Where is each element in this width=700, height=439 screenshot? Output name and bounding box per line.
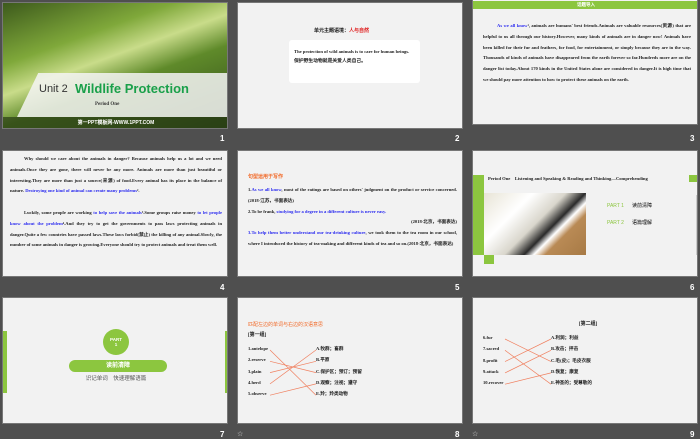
slide-thumbnail-7[interactable]: PART 1 读前清障 识记单词 快速理解语篇: [2, 297, 228, 424]
slide-number: 5: [455, 283, 460, 292]
slide-thumbnail-8[interactable]: 匹配左边的单词与右边的汉语意思 [第一组] 1.antelope 2.reserv…: [237, 297, 463, 424]
theme-label: 单元主题语境：: [314, 28, 350, 34]
part-item-2[interactable]: PART 2 语篇理解: [607, 215, 652, 232]
text: Luckily, some people are working: [24, 210, 94, 215]
match-line: [269, 349, 317, 396]
left-word: 9.attack: [483, 368, 499, 374]
highlight-phrase: studying for a degree in a different cul…: [276, 208, 387, 214]
paragraph-1: Why should we care about the animals in …: [10, 154, 222, 197]
right-meaning: C.毛(皮)；毛皮衣服: [551, 357, 591, 363]
right-meaning: D.恢复；康复: [551, 368, 579, 374]
match-line: [269, 349, 317, 385]
theme-value: 人与自然: [349, 28, 370, 34]
match-line: [504, 350, 552, 385]
accent-bar: [225, 331, 227, 393]
slide-number: 4: [220, 283, 225, 292]
part-badge: PART 1: [103, 329, 129, 355]
slide-number: 1: [220, 134, 225, 143]
left-word: 2.reserve: [248, 357, 266, 363]
part-text: 语篇理解: [631, 220, 652, 226]
accent-square: [689, 175, 697, 182]
match-line: [504, 372, 552, 385]
right-meaning: A.利润；利益: [551, 335, 579, 340]
left-word: 6.fur: [483, 335, 493, 340]
book-image: [484, 193, 586, 255]
slide-thumbnail-6[interactable]: Period One Listening and Speaking & Read…: [472, 150, 698, 277]
animation-icon[interactable]: ☆: [472, 430, 478, 438]
slide-thumbnail-3[interactable]: 话题导入 As we all know¹, animals are humans…: [472, 0, 698, 125]
right-meaning: C.保护区；预订；预留: [316, 368, 362, 374]
highlight-phrase: As we all know: [497, 23, 528, 28]
slide-thumbnail-5[interactable]: 句型运用于写作 1.As we all know, most of the ra…: [237, 150, 463, 277]
text: 2.To be frank,: [248, 208, 277, 214]
example-3: 3.To help them better understand our tea…: [248, 228, 457, 250]
match-lines: [269, 349, 317, 396]
left-word: 3.plain: [248, 368, 262, 374]
scrollbar[interactable]: [696, 195, 697, 255]
slide-thumbnail-4[interactable]: Why should we care about the animals in …: [2, 150, 228, 277]
paragraph-2: Luckily, some people are working to help…: [10, 208, 222, 251]
intro-paragraph: As we all know¹, animals are humans' bes…: [483, 21, 691, 86]
right-meaning: E.羚；羚类动物: [316, 391, 348, 397]
section-pill: 读前清障: [69, 360, 167, 372]
section-heading: 句型运用于写作: [248, 174, 284, 180]
highlight-phrase: To help them better understand our tea-d…: [251, 230, 366, 236]
right-meaning: D.观察；注视；遵守: [316, 379, 358, 385]
left-word: 5.observe: [248, 391, 267, 397]
right-meaning: B.平原: [316, 357, 330, 363]
part-number: 1: [114, 342, 118, 347]
text: ².: [137, 188, 140, 194]
example-1: 1.As we all know, most of the ratings ar…: [248, 185, 457, 207]
left-word: 7.sacred: [483, 346, 500, 352]
right-meaning: A.牧群；畜群: [316, 346, 344, 351]
quote-chinese: 保护野生动物就是关爱人类自己。: [294, 59, 366, 64]
parts-list: PART 1 读前清障 PART 2 语篇理解: [607, 198, 652, 232]
topic-header: 话题导入: [473, 1, 697, 9]
period-label: Period One: [95, 102, 120, 107]
part-item-1[interactable]: PART 1 读前清障: [607, 198, 652, 215]
highlight-phrase: As we all know: [251, 187, 282, 192]
slide-number: 2: [455, 134, 460, 143]
section-subtitle: 识记单词 快速理解语篇: [85, 376, 147, 382]
slide-title: Wildlife Protection: [75, 81, 189, 96]
slide-thumbnail-2[interactable]: 单元主题语境：人与自然 The protection of wild anima…: [237, 2, 463, 129]
unit-label: Unit 2: [39, 83, 68, 95]
source: (2018·北京，书面表达): [411, 219, 457, 225]
right-meaning: E.神圣的；受尊敬的: [551, 380, 592, 386]
highlight-phrase: Destroying one kind of animal can create…: [25, 188, 138, 194]
slide-thumbnail-1[interactable]: Unit 2 Wildlife Protection Period One 第一…: [2, 2, 228, 129]
quote-english: The protection of wild animals is to car…: [294, 49, 410, 54]
part-text: 读前清障: [631, 203, 652, 209]
left-word: 8.profit: [483, 357, 498, 363]
match-line: [269, 383, 317, 396]
period-title: Period One Listening and Speaking & Read…: [488, 176, 648, 181]
accent-square: [484, 255, 494, 264]
slide-thumbnail-9[interactable]: [第二组] 6.fur 7.sacred 8.profit 9.attack 10.re…: [472, 297, 698, 424]
slide-number: 6: [690, 283, 695, 292]
animation-icon[interactable]: ☆: [237, 430, 243, 438]
site-banner: 第一PPT模板网-WWW.1PPT.COM: [3, 117, 227, 128]
part-label: PART 1: [607, 203, 624, 209]
left-word: 4.herd: [248, 379, 261, 385]
text: ³.Some groups raise money: [141, 210, 198, 215]
highlight-phrase: to help save the animals: [93, 210, 142, 215]
part-label: PART 2: [607, 220, 624, 226]
example-list: 1.As we all know, most of the ratings ar…: [248, 185, 457, 250]
accent-bar: [3, 331, 7, 393]
theme-heading: 单元主题语境：人与自然: [314, 27, 369, 34]
match-line: [504, 349, 552, 374]
example-2: 2.To be frank, studying for a degree in …: [248, 207, 457, 229]
right-meaning: B.攻击；抨击: [551, 346, 579, 352]
slide-number: 3: [690, 134, 695, 143]
left-word: 10.recover: [483, 380, 504, 386]
accent-bar: [473, 175, 484, 255]
quote-box: The protection of wild animals is to car…: [289, 40, 420, 83]
left-word: 1.antelope: [248, 346, 269, 351]
paragraph-text: ¹, animals are humans' best friends.Anim…: [483, 23, 691, 82]
